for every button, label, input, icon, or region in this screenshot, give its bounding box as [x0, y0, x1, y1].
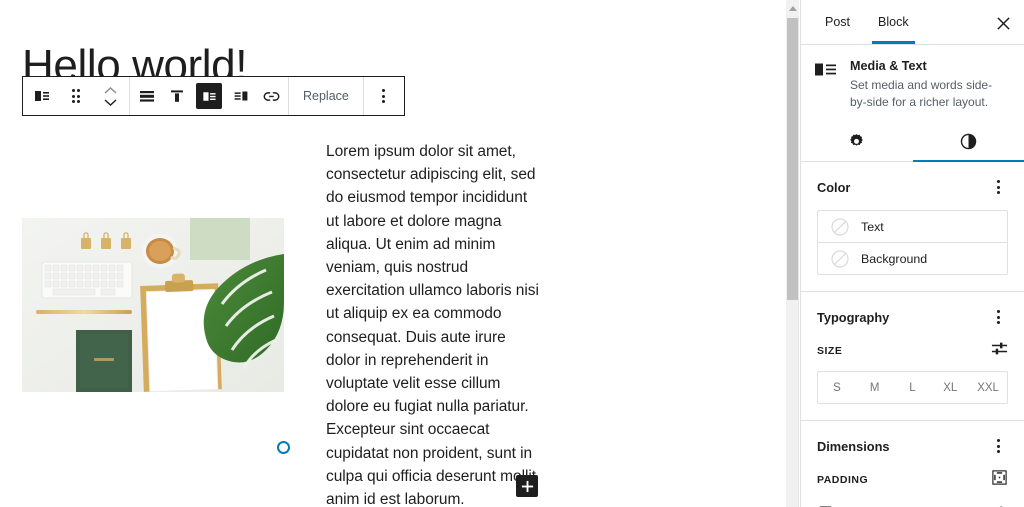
- color-row-label: Background: [861, 251, 928, 266]
- tab-block[interactable]: Block: [864, 0, 923, 44]
- font-size-label-row: SIZE: [817, 340, 1008, 362]
- padding-sides-button[interactable]: [991, 469, 1008, 491]
- no-color-swatch: [831, 250, 849, 267]
- color-panel: Color Text Background: [801, 162, 1024, 292]
- media-image[interactable]: [22, 218, 284, 392]
- add-block-button[interactable]: [516, 475, 538, 497]
- toolbar-group-alignment: [130, 77, 289, 115]
- block-card: Media & Text Set media and words side-by…: [801, 45, 1024, 121]
- font-size-settings-button[interactable]: [991, 340, 1008, 362]
- padding-label: PADDING: [817, 474, 869, 486]
- block-mover[interactable]: [93, 77, 127, 115]
- color-panel-header: Color: [817, 176, 1008, 198]
- color-row-background[interactable]: Background: [818, 242, 1007, 274]
- dimensions-panel-header: Dimensions: [817, 435, 1008, 457]
- font-size-xl[interactable]: XL: [931, 372, 969, 403]
- block-settings-sidebar[interactable]: Post Block Media & Text Set media and wo…: [800, 0, 1024, 507]
- dimensions-options-button[interactable]: [988, 435, 1008, 457]
- text-column[interactable]: Lorem ipsum dolor sit amet, consectetur …: [326, 140, 541, 507]
- font-size-m[interactable]: M: [856, 372, 894, 403]
- block-paragraph[interactable]: Lorem ipsum dolor sit amet, consectetur …: [326, 140, 541, 507]
- block-card-description: Set media and words side-by-side for a r…: [850, 78, 993, 109]
- scroll-up-button[interactable]: [786, 0, 799, 16]
- block-options-button[interactable]: [364, 77, 404, 115]
- media-and-text-icon[interactable]: [25, 77, 59, 115]
- sliders-icon: [991, 342, 1008, 355]
- color-row-text[interactable]: Text: [818, 211, 1007, 242]
- gear-icon: [850, 133, 864, 146]
- typography-panel: Typography SIZE S M L XL XXL: [801, 292, 1024, 421]
- ellipsis-vertical-icon: [382, 89, 386, 103]
- vertical-align-top-icon[interactable]: [162, 77, 192, 115]
- plus-icon: [521, 480, 533, 492]
- image-resize-handle[interactable]: [277, 441, 290, 454]
- font-size-l[interactable]: L: [894, 372, 932, 403]
- font-size-label: SIZE: [817, 345, 843, 357]
- show-media-on-right-icon[interactable]: [226, 77, 256, 115]
- styles-contrast-icon: [960, 133, 976, 149]
- close-sidebar-button[interactable]: [988, 8, 1018, 38]
- triangle-up-icon: [788, 5, 797, 11]
- color-row-label: Text: [861, 219, 884, 234]
- dimensions-panel: Dimensions PADDING: [801, 421, 1024, 507]
- editor-canvas[interactable]: Hello world! Replace Lorem ipsum dolor s…: [0, 0, 782, 507]
- replace-button[interactable]: Replace: [289, 77, 364, 115]
- chevron-up-icon: [104, 86, 116, 94]
- tab-styles[interactable]: [912, 121, 1024, 162]
- toolbar-group-block: [23, 77, 130, 115]
- color-panel-title: Color: [817, 179, 851, 195]
- padding-vertical-slider-row: [817, 500, 1008, 507]
- font-size-xxl[interactable]: XXL: [969, 372, 1007, 403]
- no-color-swatch: [831, 218, 849, 235]
- tab-post[interactable]: Post: [811, 0, 864, 44]
- typography-panel-header: Typography: [817, 306, 1008, 328]
- font-size-buttons: S M L XL XXL: [817, 371, 1008, 404]
- ellipsis-vertical-icon: [996, 180, 1000, 194]
- ellipsis-vertical-icon: [996, 439, 1000, 453]
- typography-options-button[interactable]: [988, 306, 1008, 328]
- color-options-list: Text Background: [817, 210, 1008, 275]
- block-card-title: Media & Text: [850, 59, 927, 73]
- align-wide-icon[interactable]: [132, 77, 162, 115]
- close-icon: [996, 16, 1010, 30]
- sidebar-tabs: Post Block: [801, 0, 1024, 45]
- scrollbar-thumb[interactable]: [787, 18, 798, 300]
- sidebar-panel-tabs: [801, 121, 1024, 162]
- wordpress-block-editor: Hello world! Replace Lorem ipsum dolor s…: [0, 0, 1024, 507]
- tab-settings[interactable]: [801, 121, 913, 161]
- dimensions-panel-title: Dimensions: [817, 438, 890, 454]
- padding-sides-icon: [992, 470, 1007, 485]
- padding-label-row: PADDING: [817, 469, 1008, 491]
- ellipsis-vertical-icon: [996, 310, 1000, 324]
- show-media-on-left-icon[interactable]: [196, 83, 222, 109]
- drag-handle-icon[interactable]: [59, 77, 93, 115]
- chevron-down-icon: [104, 98, 116, 106]
- color-options-button[interactable]: [988, 176, 1008, 198]
- link-icon[interactable]: [256, 77, 286, 115]
- block-toolbar[interactable]: Replace: [22, 76, 405, 116]
- sidebar-scrollbar[interactable]: [786, 0, 799, 507]
- media-and-text-icon: [815, 61, 839, 111]
- typography-panel-title: Typography: [817, 309, 890, 325]
- font-size-s[interactable]: S: [818, 372, 856, 403]
